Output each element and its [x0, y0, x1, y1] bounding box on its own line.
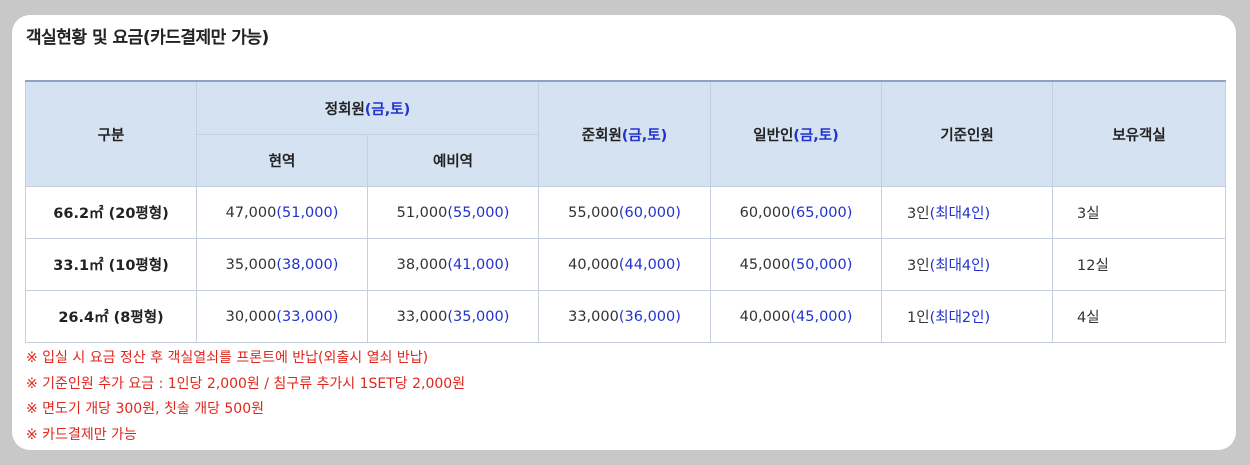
note-amenity-price: ※ 면도기 개당 300원, 칫솔 개당 500원	[26, 401, 265, 417]
price-active: 30,000(33,000)	[196, 290, 368, 343]
price-associate: 55,000(60,000)	[538, 186, 712, 239]
price-active: 47,000(51,000)	[196, 186, 368, 239]
price-associate: 33,000(36,000)	[538, 290, 712, 343]
table-row: 33.1㎡ (10평형) 35,000(38,000) 38,000(41,00…	[25, 238, 1227, 291]
room-size-label: 66.2㎡ (20평형)	[25, 186, 197, 239]
note-extra-charge: ※ 기준인원 추가 요금 : 1인당 2,000원 / 침구류 추가시 1SET…	[26, 375, 466, 392]
rooms-owned: 4실	[1052, 290, 1227, 343]
header-rooms-owned: 보유객실	[1052, 80, 1227, 187]
rooms-owned: 3실	[1052, 186, 1227, 239]
table-header-row: 구분 정회원(금,토) 준회원(금,토) 일반인(금,토) 기준인원 보유객실	[25, 80, 1227, 187]
rooms-owned: 12실	[1052, 238, 1227, 291]
table-row: 66.2㎡ (20평형) 47,000(51,000) 51,000(55,00…	[25, 186, 1227, 239]
table-row: 26.4㎡ (8평형) 30,000(33,000) 33,000(35,000…	[25, 290, 1227, 343]
header-category: 구분	[25, 80, 197, 187]
price-general: 60,000(65,000)	[710, 186, 883, 239]
page-title: 객실현황 및 요금(카드결제만 가능)	[26, 28, 269, 48]
standard-people: 3인(최대4인)	[881, 186, 1054, 239]
price-general: 40,000(45,000)	[710, 290, 883, 343]
price-active: 35,000(38,000)	[196, 238, 368, 291]
price-reserve: 38,000(41,000)	[366, 238, 540, 291]
room-rates-panel: 객실현황 및 요금(카드결제만 가능) 구분 정회원(금,토) 준회원(금,토)…	[12, 15, 1236, 450]
header-general: 일반인(금,토)	[710, 80, 883, 187]
header-active-duty: 현역	[196, 134, 368, 187]
header-regular-member: 정회원(금,토)	[195, 80, 540, 135]
price-associate: 40,000(44,000)	[538, 238, 712, 291]
note-checkout-key: ※ 입실 시 요금 정산 후 객실열쇠를 프론트에 반납(외출시 열쇠 반납)	[26, 350, 429, 366]
header-reserve: 예비역	[366, 134, 540, 187]
standard-people: 3인(최대4인)	[881, 238, 1054, 291]
price-general: 45,000(50,000)	[710, 238, 883, 291]
header-associate-member: 준회원(금,토)	[538, 80, 712, 187]
header-standard-people: 기준인원	[881, 80, 1054, 187]
room-size-label: 26.4㎡ (8평형)	[25, 290, 197, 343]
price-reserve: 51,000(55,000)	[366, 186, 540, 239]
note-card-only: ※ 카드결제만 가능	[26, 426, 137, 443]
price-reserve: 33,000(35,000)	[366, 290, 540, 343]
room-rates-table: 구분 정회원(금,토) 준회원(금,토) 일반인(금,토) 기준인원 보유객실 …	[25, 80, 1227, 343]
standard-people: 1인(최대2인)	[881, 290, 1054, 343]
room-size-label: 33.1㎡ (10평형)	[25, 238, 197, 291]
notes-list: ※ 입실 시 요금 정산 후 객실열쇠를 프론트에 반납(외출시 열쇠 반납) …	[26, 346, 465, 448]
